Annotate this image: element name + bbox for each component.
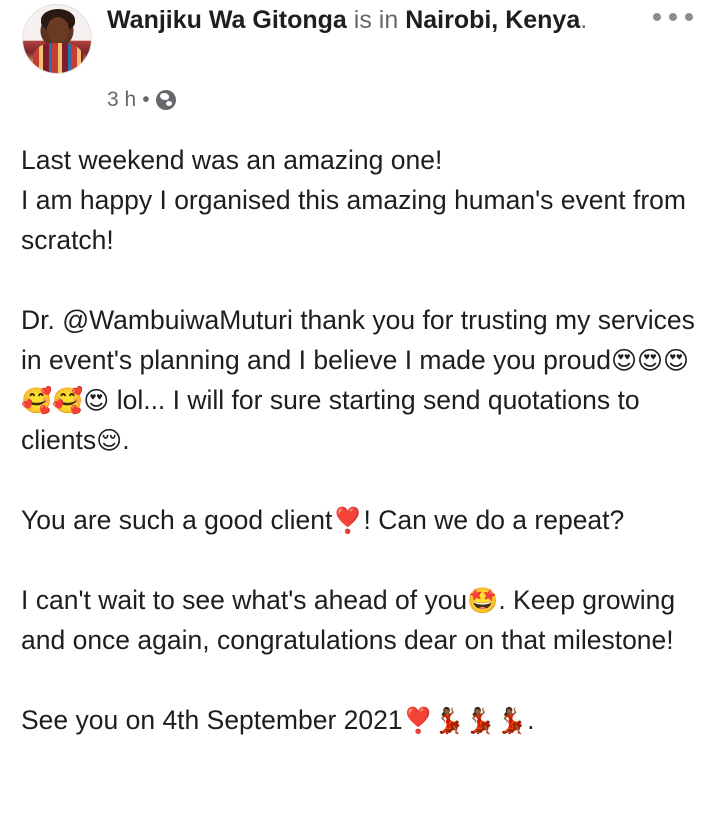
post-timestamp[interactable]: 3 h [107, 88, 136, 112]
paragraph-4: I can't wait to see what's ahead of you🤩… [21, 580, 711, 660]
heart-exclamation-emoji: ❣️ [332, 506, 364, 535]
checkin-location[interactable]: Nairobi, Kenya [405, 6, 580, 34]
p2-end: . [122, 425, 130, 455]
post-meta: 3 h • [107, 88, 176, 112]
avatar-clothing [33, 43, 83, 73]
heart-dancer-emojis: ❣️💃🏾💃🏾💃🏾 [402, 706, 528, 735]
globe-icon[interactable] [155, 90, 176, 110]
paragraph-3: You are such a good client❣️! Can we do … [21, 500, 711, 540]
paragraph-5: See you on 4th September 2021❣️💃🏾💃🏾💃🏾. [21, 700, 711, 740]
avatar-face [47, 17, 69, 43]
post-body: Last weekend was an amazing one! I am ha… [21, 140, 711, 740]
dot-icon [685, 13, 693, 21]
author-avatar[interactable] [22, 4, 92, 74]
dot-icon [653, 13, 661, 21]
p5-end: . [527, 705, 535, 735]
checkin-connector: is in [353, 6, 399, 34]
author-name[interactable]: Wanjiku Wa Gitonga [107, 6, 347, 34]
p3-text: You are such a good client [21, 505, 333, 535]
post-header: Wanjiku Wa Gitonga is in Nairobi, Kenya. [107, 4, 627, 37]
paragraph-1: Last weekend was an amazing one! I am ha… [21, 140, 711, 260]
relieved-emoji: 😌 [96, 426, 123, 455]
dot-icon [669, 13, 677, 21]
p5-text: See you on 4th September 2021 [21, 705, 403, 735]
paragraph-2: Dr. @WambuiwaMuturi thank you for trusti… [21, 300, 711, 460]
p4-text: I can't wait to see what's ahead of you [21, 585, 468, 615]
p3-text-cont: ! Can we do a repeat? [363, 505, 625, 535]
p1-line2: I am happy I organised this amazing huma… [21, 185, 686, 255]
location-suffix: . [580, 6, 588, 34]
p2-text: Dr. @WambuiwaMuturi thank you for trusti… [21, 305, 695, 375]
p1-line1: Last weekend was an amazing one! [21, 145, 443, 175]
meta-separator: • [142, 88, 150, 111]
facebook-post: Wanjiku Wa Gitonga is in Nairobi, Kenya.… [0, 0, 720, 828]
more-options-icon[interactable] [653, 8, 693, 26]
star-struck-emoji: 🤩 [467, 586, 499, 615]
